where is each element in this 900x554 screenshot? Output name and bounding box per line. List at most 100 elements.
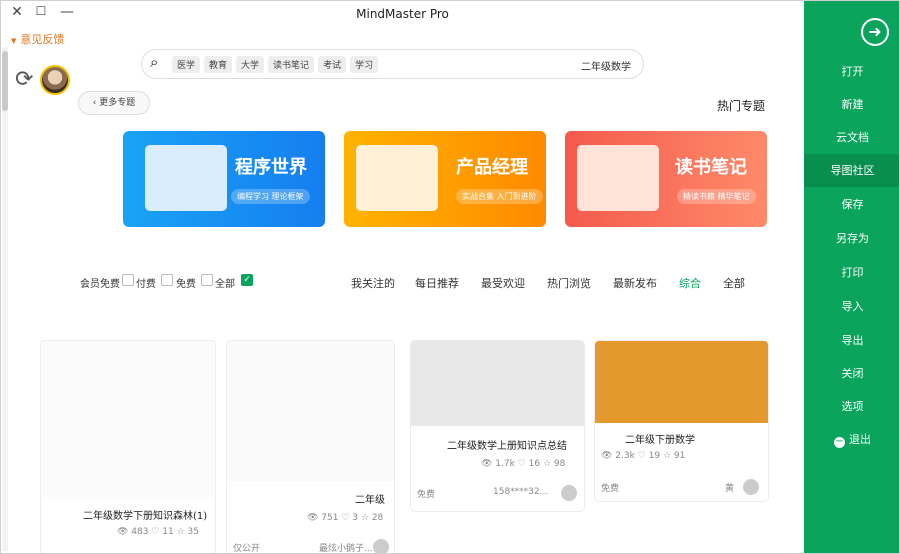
card-item[interactable]: 二年级 👁 751 ♡ 3 ☆ 28 最炫小鹅子... 仅公开 xyxy=(227,341,394,554)
card-stats: 👁 483 ♡ 11 ☆ 35 xyxy=(117,527,199,537)
sidebar-item-save-as[interactable]: 另存为 xyxy=(804,222,899,255)
tag-education[interactable]: 教育 xyxy=(204,56,233,73)
banner-title: 产品经理 xyxy=(456,157,528,178)
sidebar-item-community[interactable]: 导图社区 xyxy=(804,154,899,187)
author-avatar xyxy=(373,539,389,553)
filter-following[interactable]: 我关注的 xyxy=(351,275,395,291)
sidebar-item-print[interactable]: 打印 xyxy=(804,256,899,289)
views-count: 2.3k xyxy=(615,451,635,461)
likes-count: 3 xyxy=(352,513,359,523)
card-stats: 👁 2.3k ♡ 19 ☆ 91 xyxy=(601,451,686,461)
check-member-label: 会员免费 xyxy=(80,279,120,290)
price-label: 免费 xyxy=(601,484,620,494)
views-count: 1.7k xyxy=(495,459,515,469)
feedback-label: 意见反馈 xyxy=(20,33,65,46)
sidebar-item-export[interactable]: 导出 xyxy=(804,324,899,357)
price-label: 免费 xyxy=(417,490,436,500)
card-title: 二年级数学下册知识森林(1) xyxy=(83,511,208,522)
card-thumbnail xyxy=(41,341,215,497)
banner-title: 读书笔记 xyxy=(675,157,747,178)
card-item[interactable]: 二年级数学上册知识点总结 👁 1.7k ♡ 16 ☆ 98 158****32.… xyxy=(411,341,584,511)
title-bar: ✕ ☐ — MindMaster Pro xyxy=(1,1,804,27)
check-paid[interactable] xyxy=(161,274,173,286)
check-all[interactable]: ✓ xyxy=(241,274,253,286)
app-window: ✕ ☐ — MindMaster Pro ▼ 意见反馈 ⟳ ⌕ 医学 教育 大学 … xyxy=(0,0,900,554)
card-title: 二年级数学上册知识点总结 xyxy=(447,441,567,452)
card-title: 二年级 xyxy=(355,495,385,506)
filter-latest[interactable]: 最新发布 xyxy=(613,275,657,291)
card-stats: 👁 751 ♡ 3 ☆ 28 xyxy=(307,513,384,523)
tag-university[interactable]: 大学 xyxy=(236,56,265,73)
check-all-label: 全部 xyxy=(215,279,235,290)
sidebar-item-new[interactable]: 新建 xyxy=(804,88,899,121)
refresh-icon[interactable]: ⟳ xyxy=(15,67,33,92)
feedback-link[interactable]: ▼ 意见反馈 xyxy=(11,31,64,47)
tag-study[interactable]: 学习 xyxy=(350,56,379,73)
back-arrow-icon[interactable]: ➜ xyxy=(861,18,889,46)
likes-count: 16 xyxy=(528,459,541,469)
price-label: 仅公开 xyxy=(233,544,261,554)
card-item[interactable]: 二年级下册数学 👁 2.3k ♡ 19 ☆ 91 黄 免费 xyxy=(595,341,768,501)
sidebar-item-options[interactable]: 选项 xyxy=(804,390,899,423)
presentation-icon xyxy=(356,145,438,211)
author-name: 黄 xyxy=(725,484,735,494)
scrollbar[interactable] xyxy=(2,47,8,551)
check-paid-label: 付费 xyxy=(136,279,156,290)
search-bar[interactable]: ⌕ 医学 教育 大学 读书笔记 考试 学习 二年级数学 xyxy=(141,49,644,79)
author-name: 最炫小鹅子... xyxy=(319,544,373,554)
card-thumbnail xyxy=(227,341,394,481)
minus-circle-icon: − xyxy=(834,436,845,448)
tag-exam[interactable]: 考试 xyxy=(318,56,347,73)
card-thumbnail xyxy=(595,341,768,423)
check-member[interactable] xyxy=(122,274,134,286)
more-topics-label: 更多专题 xyxy=(99,98,136,108)
views-count: 483 xyxy=(131,527,149,537)
favs-count: 98 xyxy=(553,459,566,469)
banner-product-manager[interactable]: 产品经理 实战合集 入门到进阶 xyxy=(344,131,546,227)
scrollbar-thumb[interactable] xyxy=(2,51,8,111)
filter-most-popular[interactable]: 最受欢迎 xyxy=(481,275,525,291)
card-stats: 👁 1.7k ♡ 16 ☆ 98 xyxy=(481,459,566,469)
filter-hot-browse[interactable]: 热门浏览 xyxy=(547,275,591,291)
banner-subtitle: 实战合集 入门到进阶 xyxy=(456,189,543,204)
sidebar-item-cloud[interactable]: 云文档 xyxy=(804,121,899,154)
favs-count: 35 xyxy=(187,527,199,537)
check-free[interactable] xyxy=(201,274,213,286)
views-count: 751 xyxy=(321,513,339,523)
banner-title: 程序世界 xyxy=(235,157,307,178)
search-icon[interactable]: ⌕ xyxy=(150,53,158,71)
sidebar-item-import[interactable]: 导入 xyxy=(804,290,899,323)
filter-daily[interactable]: 每日推荐 xyxy=(415,275,459,291)
sidebar-item-exit[interactable]: − 退出 xyxy=(804,423,899,456)
sidebar-item-save[interactable]: 保存 xyxy=(804,188,899,221)
more-topics-button[interactable]: ‹ 更多专题 xyxy=(78,91,150,115)
likes-count: 19 xyxy=(648,451,661,461)
tag-reading-notes[interactable]: 读书笔记 xyxy=(268,56,315,73)
card-thumbnail xyxy=(411,341,584,426)
search-input[interactable]: 二年级数学 xyxy=(581,58,631,73)
banner-subtitle: 编程学习 理论框架 xyxy=(231,189,310,204)
card-title: 二年级下册数学 xyxy=(625,435,695,446)
notebook-icon xyxy=(577,145,659,211)
favs-count: 28 xyxy=(371,513,384,523)
tag-medicine[interactable]: 医学 xyxy=(172,56,201,73)
code-window-icon xyxy=(145,145,227,211)
window-title: MindMaster Pro xyxy=(356,7,449,21)
banner-reading-notes[interactable]: 读书笔记 精读书籍 精华笔记 xyxy=(565,131,767,227)
sidebar-item-close[interactable]: 关闭 xyxy=(804,357,899,390)
hot-topics-title: 热门专题 xyxy=(717,99,766,113)
filter-all[interactable]: 全部 xyxy=(723,275,745,291)
likes-count: 11 xyxy=(162,527,174,537)
author-avatar xyxy=(561,485,577,501)
search-tags: 医学 教育 大学 读书笔记 考试 学习 xyxy=(172,56,379,73)
sidebar: ➜ 打开 新建 云文档 导图社区 保存 另存为 打印 导入 导出 关闭 选项 −… xyxy=(804,1,899,553)
avatar[interactable] xyxy=(40,65,70,95)
banner-subtitle: 精读书籍 精华笔记 xyxy=(677,189,756,204)
filter-comprehensive[interactable]: 综合 xyxy=(679,275,701,291)
banner-programming[interactable]: 程序世界 编程学习 理论框架 xyxy=(123,131,325,227)
caret-down-icon: ▼ xyxy=(11,37,17,45)
author-name: 158****32... xyxy=(493,487,549,497)
card-item[interactable]: 二年级数学下册知识森林(1) 👁 483 ♡ 11 ☆ 35 xyxy=(41,341,215,553)
author-avatar xyxy=(743,479,759,495)
sidebar-item-open[interactable]: 打开 xyxy=(804,55,899,88)
